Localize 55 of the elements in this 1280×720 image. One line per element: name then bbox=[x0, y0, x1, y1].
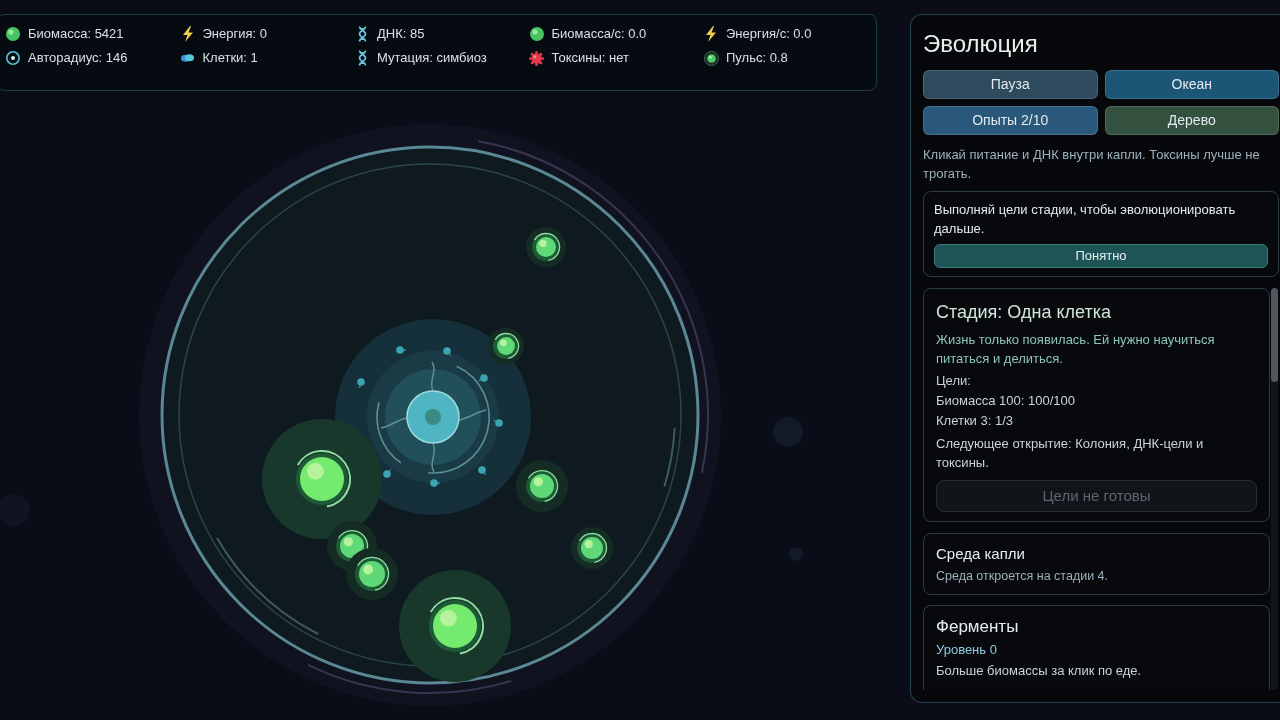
scrollbar-thumb[interactable] bbox=[1271, 288, 1278, 382]
stat-label: Клетки: 1 bbox=[202, 49, 258, 67]
stat-label: Энергия/с: 0.0 bbox=[726, 25, 812, 43]
food-particle[interactable] bbox=[526, 227, 566, 267]
spiky-ball-icon bbox=[529, 50, 544, 66]
satellite-dot bbox=[396, 346, 407, 354]
card-description: Жизнь только появилась. Ей нужно научиться питаться и делиться. bbox=[936, 331, 1216, 368]
stat-label: Пульс: 0.8 bbox=[726, 49, 788, 67]
stat-label: Токсины: нет bbox=[551, 49, 629, 67]
stat-label: Авторадиус: 146 bbox=[28, 49, 128, 67]
stat-label: Биомасса/с: 0.0 bbox=[551, 25, 647, 43]
card-title: Ферменты bbox=[936, 617, 1020, 637]
food-particle[interactable] bbox=[516, 460, 568, 512]
lightning-icon bbox=[182, 26, 193, 42]
card-title: Среда капли bbox=[936, 544, 1026, 564]
satellite-dot bbox=[383, 468, 392, 478]
satellite-dot bbox=[478, 466, 487, 476]
experiments-button[interactable]: Опыты 2/10 bbox=[923, 106, 1098, 135]
goals-heading: Цели: bbox=[936, 372, 972, 390]
food-particle[interactable] bbox=[346, 548, 398, 600]
notice-text: Выполняй цели стадии, чтобы эволюционировать дальше. bbox=[934, 201, 1237, 238]
stat-label: Мутация: симбиоз bbox=[377, 49, 487, 67]
stat-label: Энергия: 0 bbox=[202, 25, 267, 43]
satellite-dot bbox=[357, 378, 365, 389]
satellite-dot bbox=[430, 479, 441, 487]
satellite-dot bbox=[443, 347, 452, 357]
target-icon bbox=[6, 51, 20, 65]
stat-label: Биомасса: 5421 bbox=[28, 25, 124, 43]
card-text: Среда откроется на стадии 4. bbox=[936, 568, 1110, 585]
food-particle[interactable] bbox=[399, 570, 511, 682]
food-particle[interactable] bbox=[488, 328, 524, 364]
panel-title: Эволюция bbox=[923, 30, 1039, 58]
ringed-orb-icon bbox=[703, 50, 719, 66]
lightning-icon bbox=[706, 26, 716, 42]
food-particle[interactable] bbox=[571, 527, 613, 569]
pause-button[interactable]: Пауза bbox=[923, 70, 1098, 99]
card-text: Больше биомассы за клик по еде. bbox=[936, 662, 1143, 680]
dismiss-button[interactable]: Понятно bbox=[934, 244, 1268, 268]
upgrade-level: Уровень 0 bbox=[936, 641, 998, 659]
food-particle[interactable] bbox=[262, 419, 382, 539]
blob-icon bbox=[181, 54, 194, 62]
tree-button[interactable]: Дерево bbox=[1104, 106, 1279, 135]
helix-icon bbox=[357, 26, 367, 42]
goal-item: Клетки 3: 1/3 bbox=[936, 412, 1014, 430]
orb-icon bbox=[6, 27, 20, 41]
satellite-dot bbox=[478, 374, 488, 382]
ocean-button[interactable]: Океан bbox=[1104, 70, 1279, 99]
next-unlock-text: Следующее открытие: Колония, ДНК-цели и токсины. bbox=[936, 435, 1205, 472]
card-title: Стадия: Одна клетка bbox=[936, 301, 1112, 323]
goal-item: Биомасса 100: 100/100 bbox=[936, 392, 1076, 410]
helix-icon bbox=[357, 50, 367, 66]
satellite-dot bbox=[493, 419, 503, 427]
orb-icon bbox=[529, 27, 544, 41]
stat-label: ДНК: 85 bbox=[377, 25, 425, 43]
hint-text: Кликай питание и ДНК внутри капли. Токсины лучше не трогать. bbox=[923, 146, 1261, 183]
